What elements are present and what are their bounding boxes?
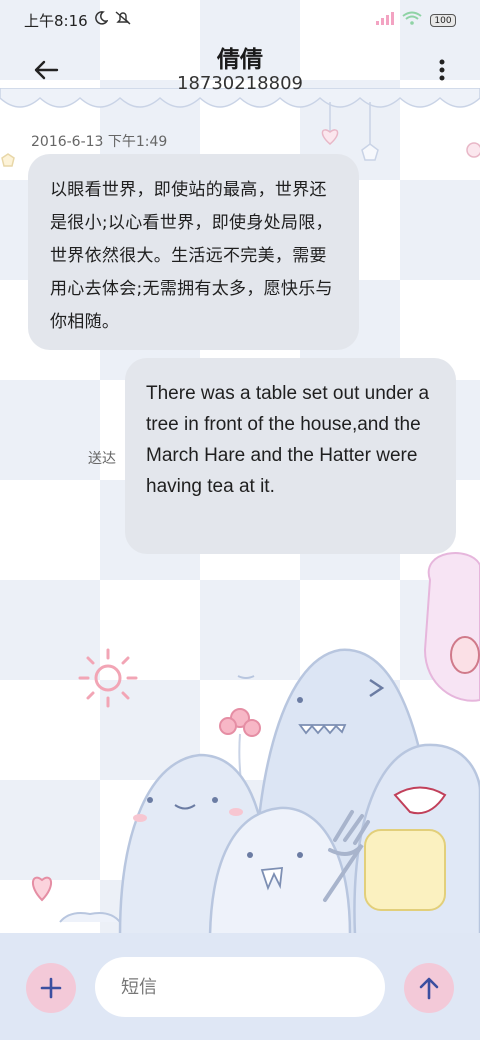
plus-icon	[40, 977, 62, 999]
incoming-message-text: 以眼看世界，即使站的最高，世界还是很小;以心看世界，即使身处局限，世界依然很大。…	[50, 180, 333, 332]
conversation-header: 倩倩 18730218809	[0, 40, 480, 100]
compose-bar	[0, 933, 480, 1040]
add-attachment-button[interactable]	[26, 963, 76, 1013]
contact-phone-number: 18730218809	[177, 73, 303, 94]
mute-icon	[114, 10, 132, 30]
contact-name: 倩倩	[217, 47, 263, 73]
send-button[interactable]	[404, 963, 454, 1013]
outgoing-message-bubble[interactable]: There was a table set out under a tree i…	[125, 358, 456, 554]
more-vertical-icon	[439, 59, 445, 81]
battery-icon: 100	[430, 13, 456, 27]
status-left: 上午8:16	[24, 10, 132, 31]
signal-icon	[376, 11, 394, 29]
outgoing-message-text: There was a table set out under a tree i…	[146, 383, 430, 497]
arrow-up-icon	[419, 977, 439, 1000]
status-right: 100	[376, 11, 456, 29]
wifi-icon	[402, 11, 422, 29]
status-bar: 上午8:16 100	[0, 0, 480, 40]
clock: 上午8:16	[24, 11, 88, 30]
more-options-button[interactable]	[432, 54, 452, 86]
message-timestamp: 2016-6-13 下午1:49	[31, 134, 168, 150]
moon-icon	[94, 11, 109, 29]
message-input[interactable]	[95, 957, 385, 1017]
shark-wallpaper-illustration	[32, 552, 480, 935]
delivery-status: 送达	[88, 451, 116, 467]
incoming-message-bubble[interactable]: 以眼看世界，即使站的最高，世界还是很小;以心看世界，即使身处局限，世界依然很大。…	[28, 154, 359, 350]
